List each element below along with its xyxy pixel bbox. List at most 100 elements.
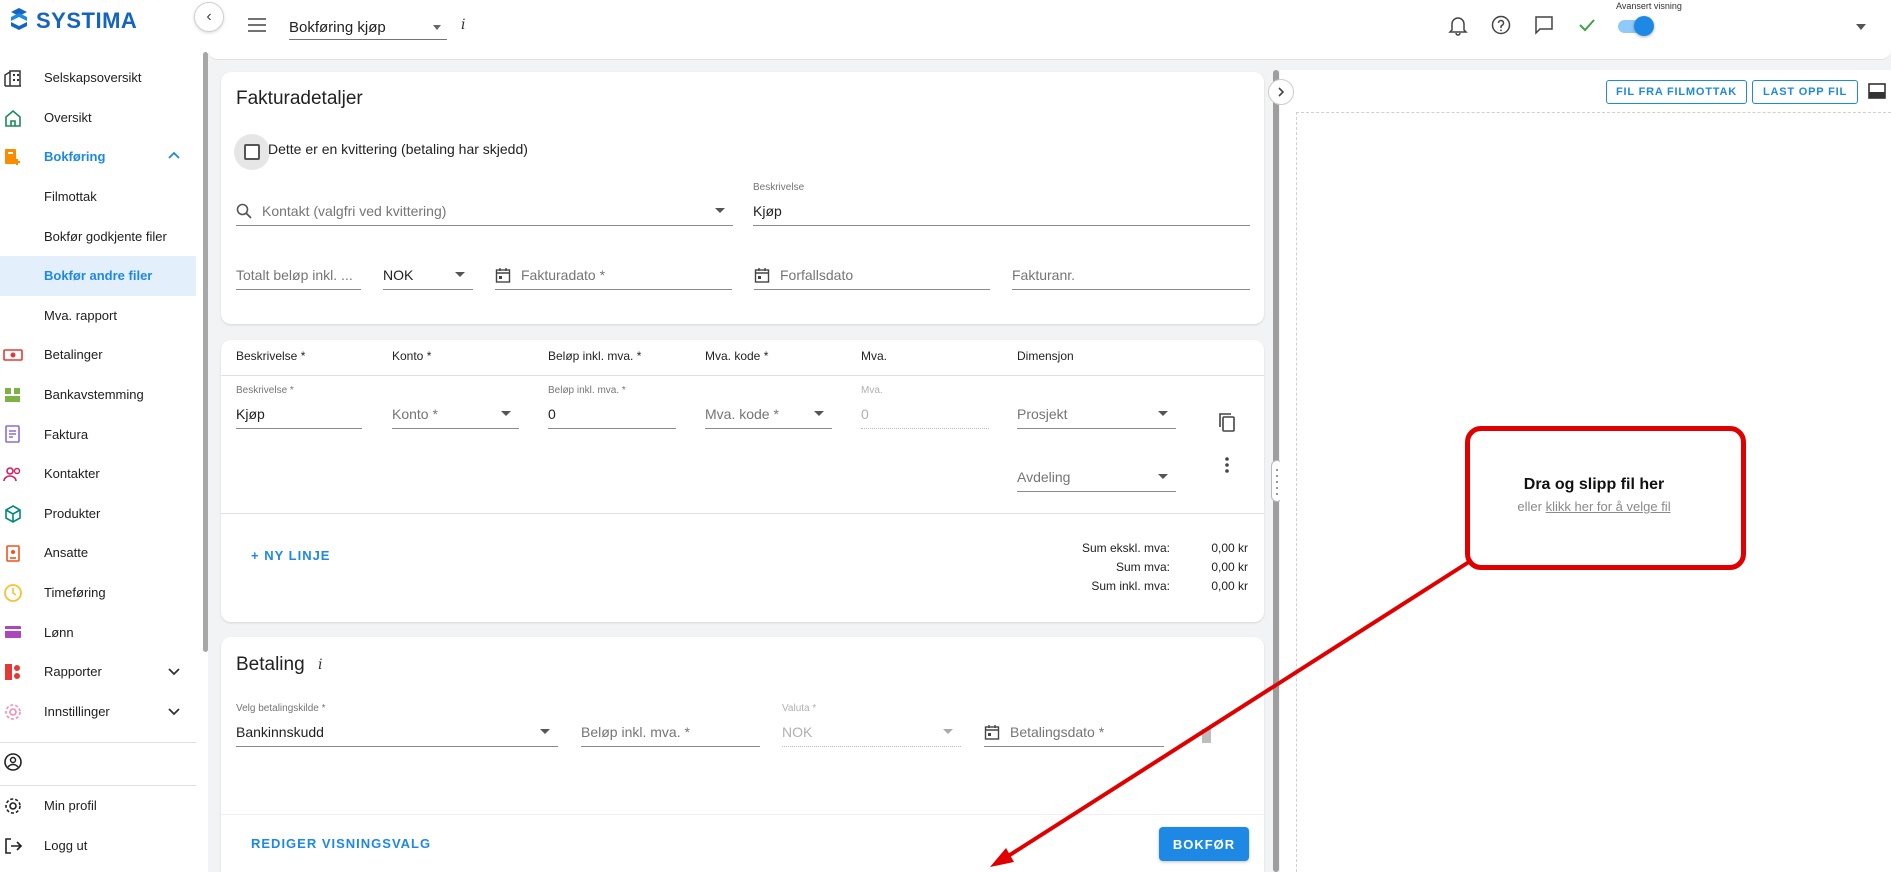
sidebar-bottom: Min profil Logg ut: [0, 742, 196, 865]
sidebar-item-kontakter[interactable]: Kontakter: [0, 454, 196, 494]
sidebar-item-mva-rapport[interactable]: Mva. rapport: [0, 296, 196, 336]
account-button[interactable]: [0, 743, 196, 781]
payment-amount-field[interactable]: Beløp inkl. mva. *: [581, 719, 760, 747]
line-account-select[interactable]: Konto *: [392, 401, 519, 429]
calendar-icon: [754, 268, 770, 283]
info-icon[interactable]: i: [461, 17, 465, 33]
sidebar-item-filmottak[interactable]: Filmottak: [0, 177, 196, 217]
chevron-down-icon[interactable]: [166, 663, 182, 679]
sidebar-item-bokfor-godkjente-filer[interactable]: Bokfør godkjente filer: [0, 216, 196, 256]
line-description-field[interactable]: Beskrivelse * Kjøp: [236, 385, 362, 429]
sidebar-item-timeforing[interactable]: Timeføring: [0, 573, 196, 613]
page-type-value: Bokføring kjøp: [289, 19, 386, 36]
dropdown-arrow-icon: [814, 411, 824, 416]
chevron-down-icon[interactable]: [166, 703, 182, 719]
contact-field[interactable]: Kontakt (valgfri ved kvittering): [236, 198, 733, 226]
salary-icon: [5, 626, 21, 639]
systima-logo-icon: [11, 8, 27, 30]
menu-icon[interactable]: [248, 18, 266, 32]
sidebar-item-label: Kontakter: [44, 466, 100, 482]
sidebar-item-ansatte[interactable]: Ansatte: [0, 533, 196, 573]
upload-file-button[interactable]: LAST OPP FIL: [1752, 80, 1858, 104]
more-vert-icon[interactable]: [1224, 455, 1230, 475]
sidebar-item-bokfor-andre-filer[interactable]: Bokfør andre filer: [0, 255, 196, 296]
sidebar-item-innstillinger[interactable]: Innstillinger: [0, 692, 196, 732]
line-vat-value: 0: [861, 406, 869, 422]
sidebar-item-faktura[interactable]: Faktura: [0, 414, 196, 454]
new-line-button[interactable]: + NY LINJE: [251, 548, 330, 563]
description-value: Kjøp: [753, 203, 782, 219]
payment-source-value: Bankinnskudd: [236, 724, 324, 740]
sidebar-item-logg-ut[interactable]: Logg ut: [0, 826, 196, 866]
user-menu-caret-icon[interactable]: [1856, 24, 1866, 30]
line-vat-code-select[interactable]: Mva. kode *: [705, 401, 832, 429]
sidebar-nav: Selskapsoversikt Oversikt Bokføring Film…: [0, 58, 196, 731]
receipt-checkbox-label: Dette er en kvittering (betaling har skj…: [268, 141, 528, 157]
submit-button[interactable]: BOKFØR: [1159, 827, 1249, 861]
search-icon: [236, 203, 252, 219]
sidebar-item-produkter[interactable]: Produkter: [0, 494, 196, 534]
check-icon[interactable]: [1576, 14, 1598, 36]
sum-vat-label: Sum mva:: [1115, 560, 1170, 574]
payment-source-select[interactable]: Velg betalingskilde * Bankinnskudd: [236, 703, 558, 747]
description-field[interactable]: Beskrivelse Kjøp: [753, 182, 1250, 226]
sidebar-item-bankavstemming[interactable]: Bankavstemming: [0, 375, 196, 415]
calendar-icon: [984, 725, 1000, 740]
sidebar-item-oversikt[interactable]: Oversikt: [0, 98, 196, 138]
payment-info-icon[interactable]: i: [318, 657, 322, 673]
payment-title: Betaling: [236, 654, 305, 675]
bookkeeping-icon: [5, 149, 20, 166]
col-header-description: Beskrivelse *: [236, 349, 306, 363]
logo[interactable]: SYSTIMA: [8, 8, 137, 34]
payment-currency-label: Valuta *: [782, 703, 817, 714]
chevron-up-icon[interactable]: [166, 148, 182, 164]
sidebar-item-label: Ansatte: [44, 545, 89, 561]
sidebar-item-label: Filmottak: [44, 189, 97, 205]
sidebar-item-label: Oversikt: [44, 109, 92, 125]
line-project-select[interactable]: Prosjekt: [1017, 401, 1176, 429]
invoice-number-placeholder: Fakturanr.: [1012, 267, 1076, 283]
due-date-field[interactable]: Forfallsdato: [754, 262, 990, 290]
line-amount-field[interactable]: Beløp inkl. mva. * 0: [548, 385, 676, 429]
chat-icon[interactable]: [1533, 14, 1555, 36]
brand-name: SYSTIMA: [36, 8, 138, 33]
total-amount-field[interactable]: Totalt beløp inkl. ...: [236, 262, 361, 290]
invoice-number-field[interactable]: Fakturanr.: [1012, 262, 1250, 290]
sidebar-item-label: Rapporter: [44, 664, 102, 680]
invoice-date-field[interactable]: Fakturadato *: [495, 262, 732, 290]
sidebar-item-selskapsoversikt[interactable]: Selskapsoversikt: [0, 58, 196, 98]
currency-value: NOK: [383, 267, 414, 283]
payment-currency-select: Valuta * NOK: [782, 703, 961, 747]
handle-dot: [1276, 469, 1278, 471]
sidebar-item-min-profil[interactable]: Min profil: [0, 786, 196, 826]
bell-icon[interactable]: [1447, 14, 1469, 36]
collapse-sidebar-button[interactable]: ‹: [194, 2, 224, 32]
copy-icon[interactable]: [1217, 411, 1237, 433]
payment-date-field[interactable]: Betalingsdato *: [984, 719, 1164, 747]
sum-vat-value: 0,00 kr: [1211, 560, 1248, 574]
sidebar-item-rapporter[interactable]: Rapporter: [0, 652, 196, 692]
sidebar-item-label: Mva. rapport: [44, 307, 117, 323]
layout-toggle-icon[interactable]: [1868, 83, 1886, 99]
payments-icon: [3, 349, 23, 361]
edit-view-options-button[interactable]: REDIGER VISNINGSVALG: [251, 836, 431, 851]
line-department-select[interactable]: Avdeling: [1017, 464, 1176, 492]
sidebar-item-betalinger[interactable]: Betalinger: [0, 335, 196, 375]
payment-date-placeholder: Betalingsdato *: [1010, 724, 1105, 740]
sidebar-scrollbar[interactable]: [203, 52, 208, 652]
settings-icon: [5, 703, 21, 720]
line-description-label: Beskrivelse *: [236, 385, 294, 396]
expand-panel-button[interactable]: [1268, 79, 1294, 105]
sidebar-item-lonn[interactable]: Lønn: [0, 612, 196, 652]
advanced-view-toggle-knob[interactable]: [1634, 16, 1654, 36]
col-header-vat-code: Mva. kode *: [705, 349, 769, 363]
dropdown-arrow-icon: [1158, 474, 1168, 479]
receipt-checkbox[interactable]: [234, 134, 270, 170]
page-type-select[interactable]: Bokføring kjøp: [289, 16, 447, 40]
sidebar-item-bokforing[interactable]: Bokføring: [0, 137, 196, 177]
help-icon[interactable]: [1490, 14, 1512, 36]
currency-select[interactable]: NOK: [383, 262, 473, 290]
dropdown-arrow-icon: [540, 729, 550, 734]
handle-dot: [1276, 487, 1278, 489]
file-from-inbox-button[interactable]: FIL FRA FILMOTTAK: [1606, 80, 1747, 104]
